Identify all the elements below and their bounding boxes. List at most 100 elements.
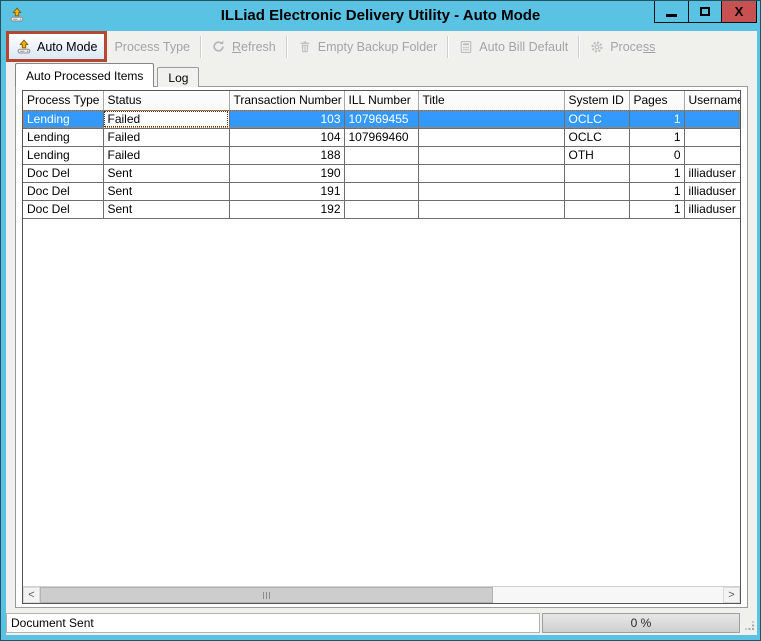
table-row[interactable]: LendingFailed188 OTH0 [23, 146, 740, 164]
table-cell[interactable]: Doc Del [23, 164, 103, 182]
table-cell[interactable] [564, 200, 629, 218]
table-cell[interactable]: 188 [229, 146, 344, 164]
auto-mode-button[interactable]: Auto Mode [9, 34, 104, 59]
scroll-left-button[interactable]: < [23, 587, 40, 603]
horizontal-scrollbar[interactable]: < > [23, 586, 740, 603]
table-cell[interactable] [344, 200, 418, 218]
table-row[interactable]: Doc DelSent190 1illiaduser [23, 164, 740, 182]
table-cell[interactable]: illiaduser [684, 200, 740, 218]
table-cell[interactable]: 192 [229, 200, 344, 218]
table-cell[interactable]: OCLC [564, 110, 629, 128]
client-area: Auto Mode Process Type Refresh [6, 31, 757, 635]
scrollbar-thumb[interactable] [40, 587, 493, 603]
table-cell[interactable]: illiaduser [684, 164, 740, 182]
header-row: Process Type Status Transaction Number I… [23, 91, 740, 110]
table-cell[interactable] [344, 146, 418, 164]
refresh-icon [211, 39, 227, 55]
table-cell[interactable]: Lending [23, 128, 103, 146]
column-header-title[interactable]: Title [418, 91, 564, 110]
column-header-ill-number[interactable]: ILL Number [344, 91, 418, 110]
maximize-icon [700, 7, 710, 16]
table-cell[interactable] [418, 146, 564, 164]
table-cell[interactable] [418, 164, 564, 182]
table-cell[interactable]: 1 [629, 200, 684, 218]
column-header-pages[interactable]: Pages [629, 91, 684, 110]
trash-icon [297, 39, 313, 55]
table-cell[interactable] [418, 128, 564, 146]
scroll-right-button[interactable]: > [723, 587, 740, 603]
table-cell[interactable]: Failed [103, 146, 229, 164]
table-cell[interactable]: Sent [103, 164, 229, 182]
close-button[interactable]: X [721, 1, 756, 22]
table-cell[interactable] [418, 182, 564, 200]
table-cell[interactable]: 103 [229, 110, 344, 128]
table-cell[interactable]: 190 [229, 164, 344, 182]
table-cell[interactable]: 0 [629, 146, 684, 164]
close-icon: X [735, 5, 744, 18]
title-bar: ILLiad Electronic Delivery Utility - Aut… [1, 1, 760, 31]
tab-log[interactable]: Log [157, 67, 199, 87]
process-type-label: Process Type [114, 40, 190, 54]
maximize-button[interactable] [688, 1, 721, 22]
table-row[interactable]: Doc DelSent192 1illiaduser [23, 200, 740, 218]
tab-auto-processed-items[interactable]: Auto Processed Items [15, 63, 154, 87]
table-cell[interactable]: 104 [229, 128, 344, 146]
refresh-button[interactable]: Refresh [204, 34, 283, 59]
auto-mode-annotation-box: Auto Mode [6, 31, 107, 62]
scrollbar-grip-icon [269, 592, 270, 599]
table-cell[interactable] [564, 164, 629, 182]
table-cell[interactable] [684, 110, 740, 128]
minimize-icon [666, 14, 677, 17]
table-cell[interactable]: OTH [564, 146, 629, 164]
table-cell[interactable] [418, 200, 564, 218]
table-cell[interactable] [564, 182, 629, 200]
auto-bill-default-label: Auto Bill Default [479, 40, 568, 54]
table-cell[interactable] [344, 182, 418, 200]
table-cell[interactable]: Lending [23, 110, 103, 128]
resize-grip[interactable] [742, 613, 757, 633]
table-cell[interactable]: Sent [103, 182, 229, 200]
table-cell[interactable]: Failed [103, 110, 229, 128]
table-cell[interactable]: 1 [629, 128, 684, 146]
calculator-icon [458, 39, 474, 55]
resize-grip-icon [745, 621, 755, 631]
tab-strip: Auto Processed Items Log [15, 63, 199, 87]
table-cell[interactable]: OCLC [564, 128, 629, 146]
app-icon[interactable] [9, 7, 25, 23]
table-cell[interactable]: 1 [629, 164, 684, 182]
minimize-button[interactable] [655, 1, 688, 22]
progress-bar: 0 % [542, 613, 740, 633]
scrollbar-grip-icon [263, 592, 264, 599]
table-cell[interactable]: 107969455 [344, 110, 418, 128]
table-cell[interactable] [418, 110, 564, 128]
table-row[interactable]: Doc DelSent191 1illiaduser [23, 182, 740, 200]
column-header-transaction-number[interactable]: Transaction Number [229, 91, 344, 110]
column-header-username[interactable]: Username [684, 91, 740, 110]
window-title: ILLiad Electronic Delivery Utility - Aut… [1, 1, 760, 31]
toolbar: Auto Mode Process Type Refresh [6, 31, 757, 62]
table-cell[interactable]: 1 [629, 182, 684, 200]
table-cell[interactable]: Failed [103, 128, 229, 146]
table-cell[interactable]: illiaduser [684, 182, 740, 200]
table-cell[interactable] [684, 146, 740, 164]
progress-value: 0 % [631, 616, 652, 630]
scrollbar-grip-icon [266, 592, 267, 599]
table-cell[interactable]: Lending [23, 146, 103, 164]
column-header-system-id[interactable]: System ID [564, 91, 629, 110]
table-cell[interactable]: 1 [629, 110, 684, 128]
table-cell[interactable]: 191 [229, 182, 344, 200]
auto-bill-default-button[interactable]: Auto Bill Default [451, 34, 575, 59]
column-header-status[interactable]: Status [103, 91, 229, 110]
table-cell[interactable]: 107969460 [344, 128, 418, 146]
process-type-button[interactable]: Process Type [107, 34, 197, 59]
table-row[interactable]: LendingFailed103107969455 OCLC1 [23, 110, 740, 128]
table-cell[interactable]: Sent [103, 200, 229, 218]
empty-backup-folder-button[interactable]: Empty Backup Folder [290, 34, 445, 59]
process-button[interactable]: Process [582, 34, 662, 59]
table-cell[interactable]: Doc Del [23, 200, 103, 218]
table-cell[interactable]: Doc Del [23, 182, 103, 200]
table-row[interactable]: LendingFailed104107969460 OCLC1 [23, 128, 740, 146]
table-cell[interactable] [684, 128, 740, 146]
table-cell[interactable] [344, 164, 418, 182]
column-header-process-type[interactable]: Process Type [23, 91, 103, 110]
